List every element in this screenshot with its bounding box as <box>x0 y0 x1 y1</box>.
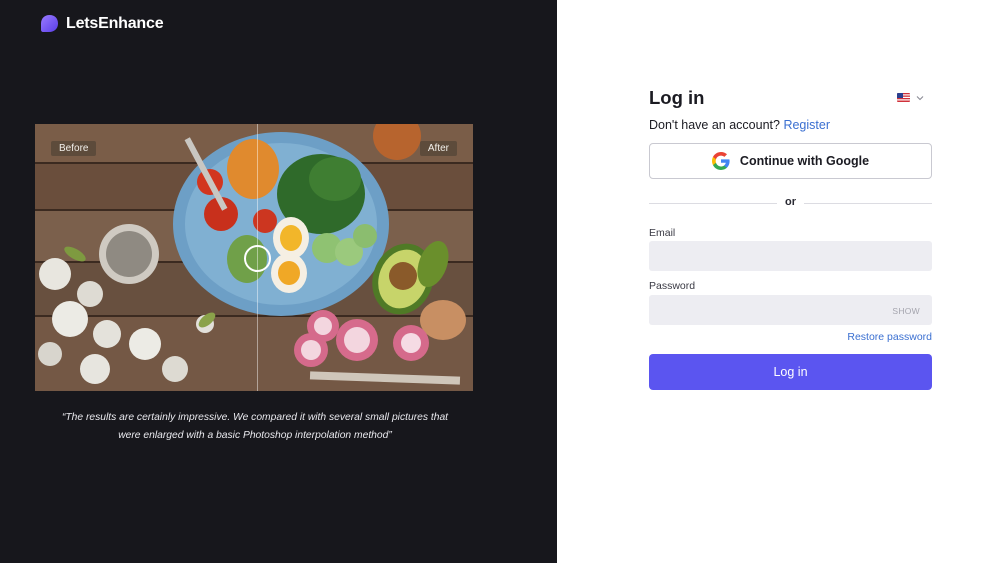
no-account-text: Don't have an account? <box>649 118 780 132</box>
left-panel: LetsEnhance Before After “The results ar… <box>0 0 557 563</box>
restore-password-link[interactable]: Restore password <box>847 331 932 343</box>
chevron-down-icon <box>916 95 924 100</box>
google-signin-button[interactable]: Continue with Google <box>649 143 932 179</box>
before-label: Before <box>51 141 97 156</box>
before-after-image[interactable]: Before After <box>35 124 473 391</box>
quote-line-2: were enlarged with a basic Photoshop int… <box>118 430 392 441</box>
or-divider: or <box>649 196 932 210</box>
testimonial-quote: “The results are certainly impressive. W… <box>30 409 480 445</box>
register-link[interactable]: Register <box>783 118 830 132</box>
language-selector[interactable] <box>897 93 924 102</box>
comparison-slider-handle[interactable] <box>244 245 271 272</box>
show-password-toggle[interactable]: SHOW <box>892 306 920 316</box>
login-form: Log in Don't have an account? Register C… <box>649 0 932 563</box>
divider-line-right <box>804 203 932 204</box>
email-field[interactable] <box>649 241 932 271</box>
or-text: or <box>785 196 796 208</box>
register-prompt: Don't have an account? Register <box>649 118 830 132</box>
quote-line-1: “The results are certainly impressive. W… <box>61 412 449 423</box>
us-flag-icon <box>897 93 910 102</box>
logo-mark-icon <box>41 15 58 32</box>
page-title: Log in <box>649 87 705 108</box>
email-label: Email <box>649 227 676 239</box>
password-field[interactable] <box>649 295 932 325</box>
password-label: Password <box>649 280 696 292</box>
logo[interactable]: LetsEnhance <box>40 14 164 33</box>
login-button[interactable]: Log in <box>649 354 932 390</box>
google-button-label: Continue with Google <box>739 154 870 168</box>
google-icon <box>711 152 730 170</box>
after-label: After <box>419 141 457 156</box>
brand-name: LetsEnhance <box>66 14 164 32</box>
